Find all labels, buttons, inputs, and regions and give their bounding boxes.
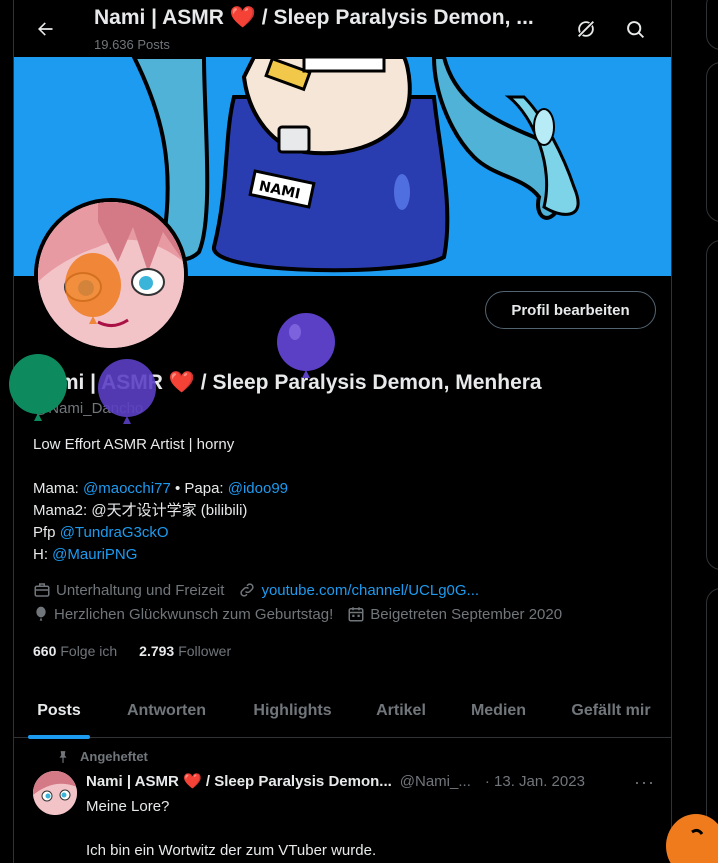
following-stat[interactable]: 660 Folge ich [33,643,117,659]
briefcase-icon [34,583,50,597]
more-options-icon[interactable]: ··· [634,772,655,793]
tweet-date[interactable]: · 13. Jan. 2023 [485,773,585,790]
heart-emoji: ❤️ [183,773,202,790]
grok-icon [578,21,594,37]
side-card-search[interactable] [706,0,718,50]
bio-h-link[interactable]: @MauriPNG [52,546,137,563]
title-prefix: Nami | ASMR [94,6,224,29]
title-suffix: / Sleep Paralysis Demon, ... [261,6,534,29]
following-label: Folge ich [60,643,118,659]
pinned-label: Angeheftet [80,749,148,764]
name-suffix: / Sleep Paralysis Demon, Menhera [200,371,542,394]
tweet-avatar-artwork [33,771,77,815]
back-button[interactable] [30,14,60,44]
balloon-orange-icon [666,814,718,863]
pinned-indicator: Angeheftet [56,749,148,764]
balloon-icon [36,606,46,621]
profile-tabs: Posts Antworten Highlights Artikel Medie… [14,684,671,738]
bio-mama-link[interactable]: @maocchi77 [83,480,171,497]
heart-emoji: ❤️ [168,371,195,394]
bio-papa-link[interactable]: @idoo99 [228,480,288,497]
tweet-text: Meine Lore? Ich bin ein Wortwitz der zum… [86,798,377,859]
calendar-icon [348,607,364,622]
side-card-2 [706,240,718,570]
link-icon [240,583,255,597]
arrow-left-icon [38,22,53,36]
followers-count: 2.793 [139,643,175,659]
follow-stats: 660 Folge ich 2.793 Follower [33,643,253,659]
balloon-orange-icon [65,253,121,324]
tweet-author-handle[interactable]: @Nami_... [400,773,471,790]
tweet-header: Nami | ASMR ❤️ / Sleep Paralysis Demon..… [86,772,585,791]
bio-mama-label: Mama: [33,480,84,497]
edit-profile-button[interactable]: Profil bearbeiten [485,291,656,329]
website-item[interactable]: youtube.com/channel/UCLg0G... [238,581,479,599]
category-label: Unterhaltung und Freizeit [56,581,225,599]
bio-pfp-link[interactable]: @TundraG3ckO [60,524,169,541]
balloon-purple-icon [277,313,335,378]
birthday-label: Herzlichen Glückwunsch zum Geburtstag! [54,605,334,623]
bio-pfp-label: Pfp [33,524,60,541]
joined-item: Beigetreten September 2020 [347,605,562,623]
bio-h-label: H: [33,546,53,563]
tab-articles[interactable]: Artikel [356,684,446,738]
tweet-name-prefix: Nami | ASMR [86,773,179,790]
followers-label: Follower [178,643,232,659]
website-link[interactable]: youtube.com/channel/UCLg0G... [261,582,479,599]
tweet-avatar[interactable] [33,771,77,815]
top-bar: Nami | ASMR ❤️ / Sleep Paralysis Demon, … [14,0,671,57]
joined-label: Beigetreten September 2020 [370,605,563,623]
page-title: Nami | ASMR ❤️ / Sleep Paralysis Demon, … [94,6,534,30]
birthday-item: Herzlichen Glückwunsch zum Geburtstag! [33,605,333,623]
tweet-author-name[interactable]: Nami | ASMR ❤️ / Sleep Paralysis Demon..… [86,772,392,790]
following-count: 660 [33,643,57,659]
tweet-name-suffix: / Sleep Paralysis Demon... [205,773,392,790]
category-item: Unterhaltung und Freizeit [33,581,224,599]
followers-stat[interactable]: 2.793 Follower [139,643,231,659]
bio-mama2: Mama2: @天才设计学家 (bilibili) [33,502,248,519]
profile-bio: Low Effort ASMR Artist | horny Mama: @ma… [33,434,288,566]
tab-replies[interactable]: Antworten [104,684,229,738]
tab-posts[interactable]: Posts [14,684,104,738]
profile-meta-row-2: Herzlichen Glückwunsch zum Geburtstag! B… [33,605,576,623]
balloon-purple-icon [98,359,156,424]
tab-likes[interactable]: Gefällt mir [551,684,671,738]
pin-icon [59,750,67,763]
bio-papa-label: • Papa: [170,480,228,497]
balloon-green-icon [9,354,67,421]
search-button[interactable] [620,14,650,44]
bio-line-1: Low Effort ASMR Artist | horny [33,436,235,453]
grok-button[interactable] [571,14,601,44]
tab-media[interactable]: Medien [446,684,551,738]
post-count: 19.636 Posts [94,37,170,52]
profile-meta-row-1: Unterhaltung und Freizeit youtube.com/ch… [33,581,493,599]
search-icon [626,20,644,38]
tab-highlights[interactable]: Highlights [229,684,356,738]
heart-emoji: ❤️ [229,6,256,29]
side-card-1 [706,62,718,222]
